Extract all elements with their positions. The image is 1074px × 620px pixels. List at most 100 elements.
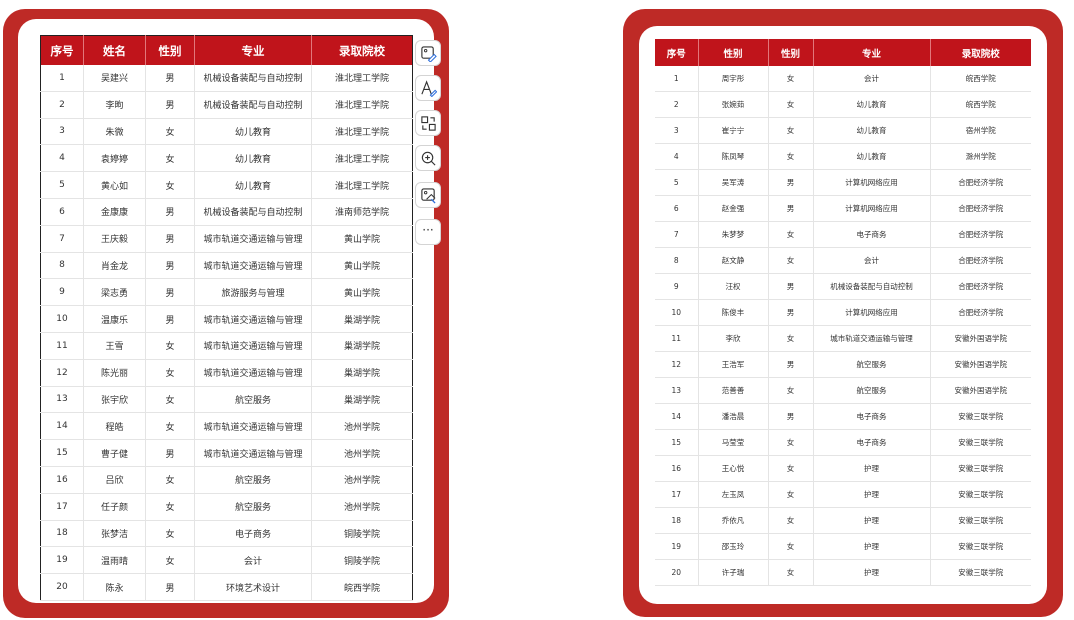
table-cell: 幼儿教育 [813,117,931,144]
column-header: 专业 [813,39,931,66]
table-cell: 5 [655,169,699,196]
column-header: 性别 [145,35,195,65]
table-cell: 曹子健 [83,439,146,467]
table-cell: 女 [145,118,195,146]
table-cell: 皖西学院 [311,573,413,601]
table-cell: 电子商务 [194,520,312,548]
table-cell: 护理 [813,507,931,534]
table-cell: 8 [40,252,84,280]
table-cell: 池州学院 [311,412,413,441]
table-row: 8 肖金龙男城市轨道交通运输与管理 黄山学院 [40,252,413,280]
table-row: 10 陈俊丰男计算机网络应用 合肥经济学院 [655,299,1031,326]
table-cell: 张婉茹 [698,91,769,118]
table-cell: 男 [145,225,195,253]
table-row: 10 温康乐男城市轨道交通运输与管理 巢湖学院 [40,305,413,333]
table-cell: 女 [145,520,195,548]
table-cell: 安徽三联学院 [930,559,1031,586]
table-cell: 男 [145,252,195,280]
table-cell: 安徽外国语学院 [930,325,1031,352]
column-header: 性别 [768,39,814,66]
table-cell: 机械设备装配与自动控制 [194,198,312,226]
table-cell: 电子商务 [813,429,931,456]
table-cell: 潘浩晨 [698,403,769,430]
table-row: 1 吴建兴男机械设备装配与自动控制 淮北理工学院 [40,65,413,92]
image-translate-button[interactable] [415,110,441,136]
table-cell: 20 [40,573,84,601]
table-cell: 张梦洁 [83,520,146,548]
table-cell: 女 [145,359,195,387]
image-translate-icon [420,115,436,131]
table-cell: 4 [40,144,84,173]
zoom-in-icon [421,151,436,166]
table-cell: 吴军涛 [698,169,769,196]
table-cell: 朱梦梦 [698,221,769,248]
ai-edit-button[interactable] [415,182,441,208]
table-cell: 女 [768,429,814,456]
table-cell: 许子瑞 [698,559,769,586]
column-header: 录取院校 [930,39,1031,66]
table-row: 6 金康康男机械设备装配与自动控制 淮南师范学院 [40,198,413,226]
table-cell: 15 [40,439,84,467]
table-cell: 淮北理工学院 [311,144,413,173]
right-card-content: 序号 性别 性别 专业 录取院校 1 周宇彤女会计 皖西学院 2 张婉茹女幼儿教育 皖西学院 3 崔宁… [639,26,1047,604]
table-cell: 巢湖学院 [311,386,413,414]
table-cell: 城市轨道交通运输与管理 [194,412,312,441]
table-cell: 女 [768,221,814,248]
table-row: 4 袁婷婷女幼儿教育 淮北理工学院 [40,144,413,173]
table-cell: 王心悦 [698,455,769,482]
table-cell: 女 [768,559,814,586]
table-cell: 城市轨道交通运输与管理 [813,325,931,352]
admissions-table-right: 序号 性别 性别 专业 录取院校 1 周宇彤女会计 皖西学院 2 张婉茹女幼儿教育 皖西学院 3 崔宁… [655,39,1031,586]
table-header-row: 序号 性别 性别 专业 录取院校 [655,39,1031,66]
table-cell: 机械设备装配与自动控制 [194,65,312,92]
table-cell: 女 [768,247,814,274]
table-cell: 皖西学院 [930,66,1031,92]
image-edit-button[interactable] [415,40,441,66]
table-cell: 合肥经济学院 [930,195,1031,222]
table-cell: 安徽三联学院 [930,429,1031,456]
table-cell: 女 [145,493,195,521]
table-cell: 1 [40,65,84,92]
more-options-button[interactable]: ··· [415,219,441,245]
column-header: 姓名 [83,35,146,65]
table-cell: 12 [655,351,699,378]
table-cell: 安徽三联学院 [930,481,1031,508]
left-image-card: 序号 姓名 性别 专业 录取院校 1 吴建兴男机械设备装配与自动控制 淮北理工学院 2 李昫男机… [3,9,449,618]
table-row: 13 张宇欣女航空服务 巢湖学院 [40,386,413,414]
text-highlight-button[interactable] [415,75,441,101]
table-cell: 5 [40,171,84,199]
table-cell: 护理 [813,533,931,560]
table-row: 16 王心悦女护理 安徽三联学院 [655,455,1031,482]
table-row: 12 陈光丽女城市轨道交通运输与管理 巢湖学院 [40,359,413,387]
table-cell: 11 [655,325,699,352]
table-cell: 池州学院 [311,439,413,467]
table-row: 18 乔依凡女护理 安徽三联学院 [655,507,1031,534]
table-cell: 女 [768,481,814,508]
table-cell: 安徽外国语学院 [930,351,1031,378]
table-cell: 邵玉玲 [698,533,769,560]
table-cell: 女 [768,325,814,352]
table-cell: 14 [655,403,699,430]
zoom-in-button[interactable] [415,145,441,171]
table-row: 16 吕欣女航空服务 池州学院 [40,466,413,494]
table-cell: 巢湖学院 [311,305,413,333]
table-cell: 1 [655,66,699,92]
table-cell: 护理 [813,481,931,508]
table-cell: 16 [40,466,84,494]
table-cell: 巢湖学院 [311,359,413,387]
table-row: 3 朱微女幼儿教育 淮北理工学院 [40,118,413,146]
table-cell: 城市轨道交通运输与管理 [194,252,312,280]
table-cell: 淮北理工学院 [311,91,413,119]
table-cell: 温雨晴 [83,546,146,575]
table-row: 14 程皓女城市轨道交通运输与管理 池州学院 [40,412,413,441]
table-cell: 肖金龙 [83,252,146,280]
table-cell: 男 [145,198,195,226]
table-cell: 陈光丽 [83,359,146,387]
table-cell: 环境艺术设计 [194,573,312,601]
table-cell: 女 [768,66,814,92]
table-row: 8 赵文静女会计 合肥经济学院 [655,247,1031,274]
table-cell: 航空服务 [194,493,312,521]
table-cell: 航空服务 [813,377,931,404]
table-cell: 吕欣 [83,466,146,494]
admissions-table-left: 序号 姓名 性别 专业 录取院校 1 吴建兴男机械设备装配与自动控制 淮北理工学院 2 李昫男机… [40,35,413,601]
